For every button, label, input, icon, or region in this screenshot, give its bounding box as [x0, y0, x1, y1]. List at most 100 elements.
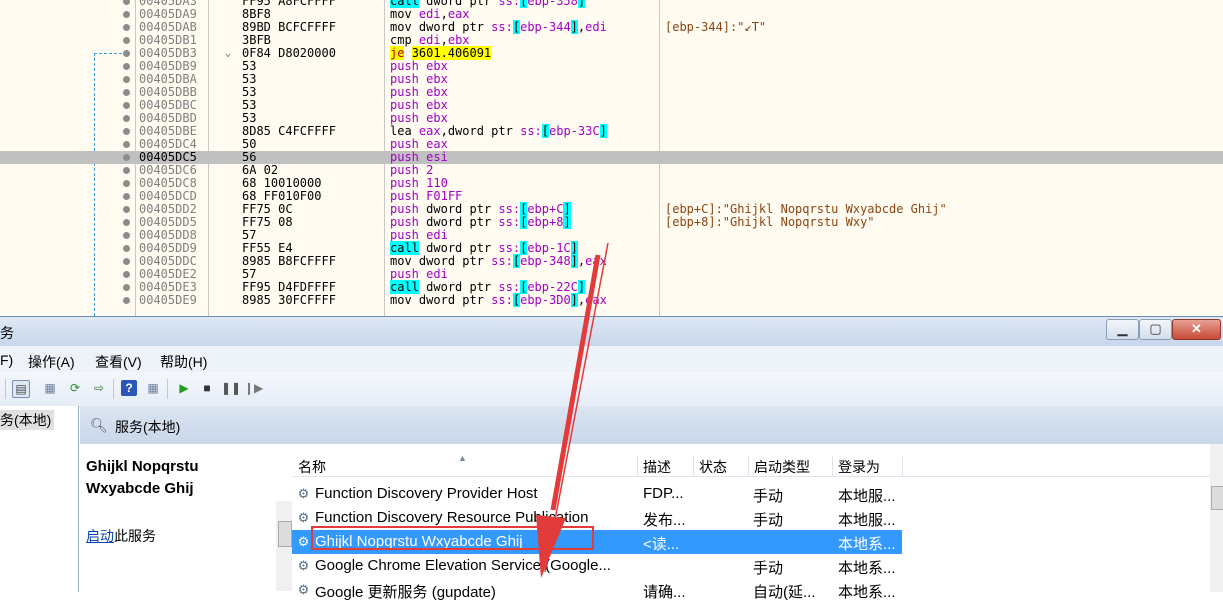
help-button[interactable]: ?: [121, 380, 137, 396]
breakpoint-dot[interactable]: [123, 102, 130, 109]
instruction-mnemonic: push: [390, 59, 419, 73]
instruction-operands: dword ptr ss:[ebp+8]: [426, 215, 571, 229]
breakpoint-dot[interactable]: [123, 180, 130, 187]
title-bar[interactable]: 务 ▁ ▢ ✕: [0, 316, 1223, 347]
fold-chevron-icon[interactable]: ⌄: [225, 47, 231, 60]
breakpoint-dot[interactable]: [123, 193, 130, 200]
disasm-bytes: 8D85 C4FCFFFF: [242, 124, 336, 138]
toolbar-separator: [113, 379, 114, 399]
list-scrollbar[interactable]: [1210, 444, 1223, 592]
instruction-operands: edi,ebx: [418, 33, 470, 47]
export-button[interactable]: ▦: [42, 380, 58, 396]
service-cell-startup: 手动: [753, 512, 784, 529]
toolbar-separator: [5, 379, 6, 399]
stop-service-button[interactable]: ■: [199, 380, 215, 396]
disasm-row[interactable]: 00405DE9 8985 30FCFFFF mov dword ptr ss:[e…: [0, 293, 1223, 307]
breakpoint-dot[interactable]: [123, 271, 130, 278]
restart-service-button[interactable]: ❙▶: [244, 380, 264, 396]
service-details-panel: Ghijkl Nopqrstu Wxyabcde Ghij 启动此服务: [80, 444, 284, 592]
maximize-button[interactable]: ▢: [1139, 319, 1172, 340]
scrollbar-thumb[interactable]: [1211, 486, 1223, 510]
breakpoint-dot[interactable]: [123, 128, 130, 135]
sort-arrow-icon: ▲: [458, 453, 467, 463]
list-header: 名称 ▲ 描述 状态 启动类型 登录为: [292, 453, 1212, 477]
list-icon: ▦: [44, 381, 56, 395]
breakpoint-dot[interactable]: [123, 115, 130, 122]
column-header-startup-type[interactable]: 启动类型: [748, 456, 833, 476]
start-service-suffix: 此服务: [114, 528, 156, 544]
service-row[interactable]: ⚙ Function Discovery Provider Host FDP... 手…: [292, 482, 902, 506]
instruction-mnemonic: push: [390, 176, 419, 190]
refresh-icon: ⟳: [69, 381, 81, 395]
show-tree-button[interactable]: ▤: [12, 380, 30, 398]
highlight-box: [311, 526, 594, 550]
instruction-mnemonic: push: [390, 202, 419, 216]
breakpoint-dot[interactable]: [123, 206, 130, 213]
service-gear-icon: ⚙: [297, 510, 310, 525]
breakpoint-dot[interactable]: [123, 258, 130, 265]
instruction-operands: eax,dword ptr ss:[ebp-33C]: [418, 124, 607, 138]
breakpoint-dot[interactable]: [123, 63, 130, 70]
breakpoint-dot[interactable]: [123, 50, 130, 57]
menu-help[interactable]: 帮助(H): [160, 352, 207, 372]
disasm-bytes: 8985 30FCFFFF: [242, 293, 336, 307]
pause-service-button[interactable]: ❚❚: [221, 380, 241, 396]
breakpoint-dot[interactable]: [123, 89, 130, 96]
column-header-name[interactable]: 名称 ▲: [292, 453, 638, 476]
disassembly-pane[interactable]: 00405DA3 FF95 A8FCFFFF call dword ptr ss:[…: [0, 0, 1223, 316]
breakpoint-dot[interactable]: [123, 219, 130, 226]
restart-icon: ❙▶: [244, 381, 264, 395]
details-scrollbar[interactable]: [276, 501, 292, 591]
menu-view[interactable]: 查看(V): [95, 352, 142, 372]
close-button[interactable]: ✕: [1172, 319, 1221, 340]
breakpoint-dot[interactable]: [123, 24, 130, 31]
instruction-mnemonic: push: [390, 85, 419, 99]
column-header-logon[interactable]: 登录为: [832, 456, 903, 476]
service-gear-icon: ⚙: [297, 582, 310, 597]
breakpoint-dot[interactable]: [123, 154, 130, 161]
column-header-label: 启动类型: [754, 459, 810, 475]
breakpoint-dot[interactable]: [123, 297, 130, 304]
breakpoint-dot[interactable]: [123, 232, 130, 239]
column-header-status[interactable]: 状态: [693, 456, 749, 476]
service-cell-logon: 本地系...: [838, 560, 896, 577]
breakpoint-dot[interactable]: [123, 76, 130, 83]
service-cell-desc: FDP...: [643, 485, 684, 502]
breakpoint-dot[interactable]: [123, 245, 130, 252]
properties-button[interactable]: ▦: [145, 380, 161, 396]
start-service-link[interactable]: 启动: [86, 528, 114, 544]
export-list-button[interactable]: ⇨: [91, 380, 107, 396]
service-row[interactable]: ⚙ Google 更新服务 (gupdate) 请确... 自动(延... 本地系...: [292, 578, 902, 602]
refresh-button[interactable]: ⟳: [67, 380, 83, 396]
selected-service-name: Ghijkl Nopqrstu Wxyabcde Ghij: [86, 458, 199, 497]
service-row[interactable]: ⚙ Google Chrome Elevation Service (Google…: [292, 554, 902, 578]
breakpoint-dot[interactable]: [123, 11, 130, 18]
minimize-button[interactable]: ▁: [1106, 319, 1139, 340]
menu-action[interactable]: 操作(A): [28, 352, 75, 372]
tree-node-services[interactable]: 务(本地): [0, 410, 55, 430]
disasm-bytes: 0F84 D8020000: [242, 46, 336, 60]
service-cell-startup: 手动: [753, 560, 784, 577]
breakpoint-dot[interactable]: [123, 167, 130, 174]
breakpoint-dot[interactable]: [123, 37, 130, 44]
console-tree[interactable]: 务(本地): [0, 406, 79, 592]
instruction-mnemonic: cmp: [390, 33, 412, 47]
breakpoint-dot[interactable]: [123, 141, 130, 148]
console-tree-icon: ▤: [15, 382, 27, 396]
menu-file[interactable]: F): [0, 352, 13, 368]
scrollbar-thumb[interactable]: [278, 521, 292, 547]
service-cell-logon: 本地系...: [838, 536, 896, 553]
play-icon: ▶: [179, 381, 189, 395]
service-gear-icon: ⚙: [297, 486, 310, 501]
instruction-operands: dword ptr ss:[ebp-1C]: [426, 241, 578, 255]
instruction-operands: F01FF: [426, 189, 463, 203]
breakpoint-dot[interactable]: [123, 284, 130, 291]
instruction-operands: 110: [426, 176, 448, 190]
instruction-operands: ebx: [426, 85, 448, 99]
breakpoint-dot[interactable]: [123, 0, 130, 5]
instruction-mnemonic: push: [390, 228, 419, 242]
start-service-button[interactable]: ▶: [176, 380, 192, 396]
instruction-mnemonic: push: [390, 163, 419, 177]
instruction-mnemonic: call: [390, 241, 419, 255]
column-header-description[interactable]: 描述: [637, 456, 694, 476]
